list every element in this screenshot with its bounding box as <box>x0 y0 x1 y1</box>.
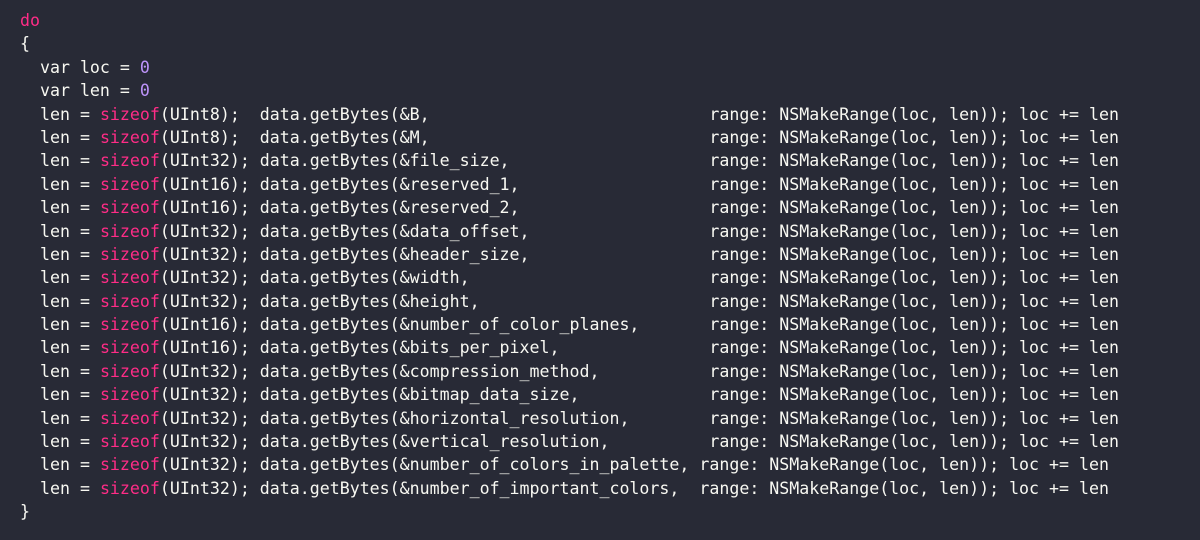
close-brace: } <box>20 502 30 522</box>
assignment-text: len = <box>20 432 100 452</box>
keyword-sizeof: sizeof <box>99 244 160 264</box>
keyword-sizeof: sizeof <box>99 432 160 452</box>
code-line-read-bytes: len = sizeof(UInt16); data.getBytes(&res… <box>20 173 1190 196</box>
assignment-text: len = <box>20 221 100 241</box>
assignment-text: len = <box>20 385 100 405</box>
statement-text: (UInt16); data.getBytes(&reserved_1, ran… <box>159 174 1119 194</box>
code-line-read-bytes: len = sizeof(UInt32); data.getBytes(&com… <box>20 360 1190 383</box>
keyword-sizeof: sizeof <box>99 455 160 475</box>
keyword-sizeof: sizeof <box>99 361 160 381</box>
code-line-read-bytes: len = sizeof(UInt16); data.getBytes(&num… <box>20 313 1190 336</box>
keyword-do: do <box>20 11 40 30</box>
keyword-sizeof: sizeof <box>99 151 160 171</box>
code-line-read-bytes: len = sizeof(UInt32); data.getBytes(&num… <box>20 453 1190 476</box>
keyword-sizeof: sizeof <box>99 268 160 288</box>
code-line-var-loc: var loc = 0 <box>20 56 1190 79</box>
statement-text: (UInt8); data.getBytes(&B, range: NSMake… <box>159 104 1119 124</box>
code-line-read-bytes: len = sizeof(UInt32); data.getBytes(&hea… <box>20 243 1190 266</box>
statement-text: (UInt32); data.getBytes(&data_offset, ra… <box>159 221 1119 241</box>
statement-text: (UInt32); data.getBytes(&number_of_impor… <box>159 478 1109 498</box>
open-brace: { <box>20 34 30 54</box>
code-line-read-bytes: len = sizeof(UInt32); data.getBytes(&fil… <box>20 149 1190 172</box>
code-editor: do { var loc = 0 var len = 0 len = sizeo… <box>20 9 1190 524</box>
statement-text: (UInt8); data.getBytes(&M, range: NSMake… <box>159 127 1119 147</box>
read-lines-block: len = sizeof(UInt8); data.getBytes(&B, r… <box>20 103 1190 501</box>
statement-text: (UInt32); data.getBytes(&horizontal_reso… <box>159 408 1119 428</box>
statement-text: (UInt32); data.getBytes(&height, range: … <box>159 291 1119 311</box>
keyword-sizeof: sizeof <box>99 478 160 498</box>
var-decl-text: var len = <box>20 81 140 101</box>
code-line-read-bytes: len = sizeof(UInt16); data.getBytes(&bit… <box>20 336 1190 359</box>
var-decl-text: var loc = <box>20 57 140 77</box>
code-line-do: do <box>20 9 1190 32</box>
code-line-read-bytes: len = sizeof(UInt32); data.getBytes(&dat… <box>20 220 1190 243</box>
assignment-text: len = <box>20 198 100 218</box>
code-line-read-bytes: len = sizeof(UInt8); data.getBytes(&B, r… <box>20 103 1190 126</box>
code-line-var-len: var len = 0 <box>20 79 1190 102</box>
keyword-sizeof: sizeof <box>99 338 160 358</box>
keyword-sizeof: sizeof <box>99 198 160 218</box>
code-line-read-bytes: len = sizeof(UInt32); data.getBytes(&wid… <box>20 266 1190 289</box>
code-line-read-bytes: len = sizeof(UInt32); data.getBytes(&hor… <box>20 407 1190 430</box>
statement-text: (UInt32); data.getBytes(&number_of_color… <box>159 455 1109 475</box>
statement-text: (UInt32); data.getBytes(&header_size, ra… <box>159 244 1119 264</box>
assignment-text: len = <box>20 174 100 194</box>
assignment-text: len = <box>20 244 100 264</box>
number-literal: 0 <box>139 57 150 77</box>
keyword-sizeof: sizeof <box>99 315 160 335</box>
code-line-open-brace: { <box>20 32 1190 55</box>
number-literal: 0 <box>139 81 150 101</box>
statement-text: (UInt16); data.getBytes(&bits_per_pixel,… <box>159 338 1119 358</box>
assignment-text: len = <box>20 104 100 124</box>
statement-text: (UInt32); data.getBytes(&file_size, rang… <box>159 151 1119 171</box>
keyword-sizeof: sizeof <box>99 385 160 405</box>
statement-text: (UInt32); data.getBytes(&bitmap_data_siz… <box>159 385 1119 405</box>
assignment-text: len = <box>20 361 100 381</box>
assignment-text: len = <box>20 291 100 311</box>
keyword-sizeof: sizeof <box>99 221 160 241</box>
keyword-sizeof: sizeof <box>99 104 160 124</box>
code-line-read-bytes: len = sizeof(UInt8); data.getBytes(&M, r… <box>20 126 1190 149</box>
assignment-text: len = <box>20 478 100 498</box>
assignment-text: len = <box>20 338 100 358</box>
statement-text: (UInt16); data.getBytes(&reserved_2, ran… <box>159 198 1119 218</box>
keyword-sizeof: sizeof <box>99 174 160 194</box>
assignment-text: len = <box>20 268 100 288</box>
code-line-read-bytes: len = sizeof(UInt32); data.getBytes(&num… <box>20 477 1190 500</box>
code-line-close-brace: } <box>20 500 1190 523</box>
keyword-sizeof: sizeof <box>99 291 160 311</box>
code-line-read-bytes: len = sizeof(UInt32); data.getBytes(&bit… <box>20 383 1190 406</box>
code-line-read-bytes: len = sizeof(UInt16); data.getBytes(&res… <box>20 196 1190 219</box>
statement-text: (UInt16); data.getBytes(&number_of_color… <box>159 315 1119 335</box>
assignment-text: len = <box>20 315 100 335</box>
assignment-text: len = <box>20 408 100 428</box>
assignment-text: len = <box>20 455 100 475</box>
keyword-sizeof: sizeof <box>99 127 160 147</box>
assignment-text: len = <box>20 151 100 171</box>
keyword-sizeof: sizeof <box>99 408 160 428</box>
code-line-read-bytes: len = sizeof(UInt32); data.getBytes(&ver… <box>20 430 1190 453</box>
statement-text: (UInt32); data.getBytes(&vertical_resolu… <box>159 432 1119 452</box>
code-line-read-bytes: len = sizeof(UInt32); data.getBytes(&hei… <box>20 290 1190 313</box>
statement-text: (UInt32); data.getBytes(&compression_met… <box>159 361 1119 381</box>
assignment-text: len = <box>20 127 100 147</box>
statement-text: (UInt32); data.getBytes(&width, range: N… <box>159 268 1119 288</box>
